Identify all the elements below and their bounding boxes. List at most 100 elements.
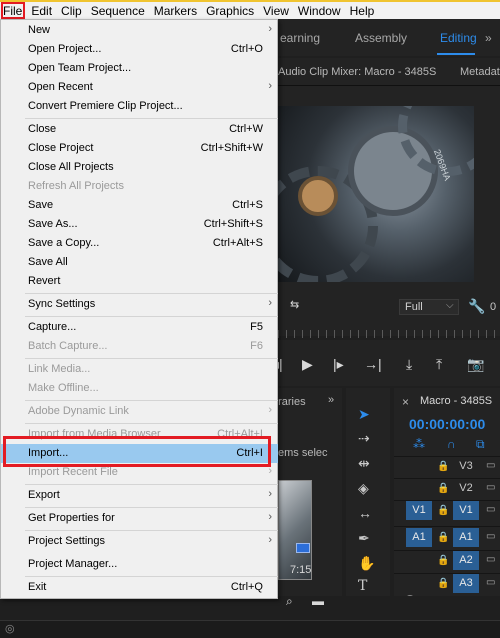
- lock-icon[interactable]: 🔒: [437, 483, 449, 494]
- menu-item-label: Get Properties for: [28, 512, 115, 524]
- menu-edit[interactable]: Edit: [31, 3, 52, 19]
- track-target-a2[interactable]: A2: [453, 551, 479, 570]
- menu-item-close[interactable]: Close Ctrl+W: [1, 120, 278, 139]
- menu-item-exit[interactable]: Exit Ctrl+Q: [1, 578, 278, 597]
- razor-tool-icon[interactable]: ◈: [358, 480, 369, 497]
- lock-icon[interactable]: 🔒: [437, 461, 449, 472]
- metadata-tab[interactable]: Metadat: [460, 66, 500, 78]
- menu-item-close-all-projects[interactable]: Close All Projects: [1, 158, 278, 177]
- menu-item-export[interactable]: Export ›: [1, 486, 278, 505]
- track-target-v1[interactable]: V1: [453, 501, 479, 520]
- type-tool-icon[interactable]: T: [358, 578, 367, 594]
- menu-graphics[interactable]: Graphics: [206, 3, 254, 19]
- film-icon[interactable]: ▭: [486, 482, 495, 493]
- workspace-overflow-icon[interactable]: »: [485, 31, 492, 45]
- menu-item-make-offline: Make Offline...: [1, 379, 278, 398]
- menu-item-open-recent[interactable]: Open Recent ›: [1, 78, 278, 97]
- menu-item-save[interactable]: Save Ctrl+S: [1, 196, 278, 215]
- menu-item-label: Sync Settings: [28, 298, 96, 310]
- workspace-editing-tab[interactable]: Editing: [440, 31, 477, 45]
- menu-sequence[interactable]: Sequence: [91, 3, 145, 19]
- menu-item-label: Open Project...: [28, 43, 102, 55]
- menu-item-label: Link Media...: [28, 363, 91, 375]
- insert-icon[interactable]: ⤓: [406, 356, 412, 373]
- menu-item-open-project[interactable]: Open Project... Ctrl+O: [1, 40, 278, 59]
- program-monitor-video-frame: 2069HA: [278, 106, 474, 282]
- film-icon[interactable]: ▭: [486, 504, 495, 515]
- new-bin-icon[interactable]: ▬: [312, 594, 324, 608]
- menu-item-sync-settings[interactable]: Sync Settings ›: [1, 295, 278, 314]
- source-patch-a1[interactable]: A1: [406, 528, 432, 547]
- import-highlight-box: [3, 436, 271, 467]
- panel-overflow-icon[interactable]: »: [328, 394, 334, 406]
- menu-item-refresh-all-projects: Refresh All Projects: [1, 177, 278, 196]
- track-target-v2[interactable]: V2: [453, 479, 479, 498]
- menu-view[interactable]: View: [263, 3, 289, 19]
- ripple-edit-tool-icon[interactable]: ⇹: [358, 455, 370, 472]
- workspace-assembly-tab[interactable]: Assembly: [355, 31, 407, 45]
- film-icon[interactable]: ▭: [486, 577, 495, 588]
- menu-item-label: Close All Projects: [28, 161, 114, 173]
- play-icon[interactable]: ▶: [302, 356, 313, 373]
- step-forward-icon[interactable]: |▸: [333, 356, 344, 373]
- lock-icon[interactable]: 🔒: [437, 505, 449, 516]
- menu-help[interactable]: Help: [350, 3, 375, 19]
- nest-icon[interactable]: ⁂: [413, 437, 425, 451]
- pen-tool-icon[interactable]: ✒: [358, 530, 370, 547]
- search-icon[interactable]: ⌕: [286, 594, 293, 609]
- linked-selection-icon[interactable]: ⧉: [476, 437, 485, 452]
- menu-markers[interactable]: Markers: [154, 3, 197, 19]
- film-icon[interactable]: ▭: [486, 554, 495, 565]
- timeline-timecode[interactable]: 00:00:00:00: [409, 416, 485, 432]
- track-target-v3[interactable]: V3: [453, 457, 479, 476]
- hand-tool-icon[interactable]: ✋: [358, 555, 375, 572]
- menu-item-shortcut: F5: [250, 321, 263, 333]
- monitor-time-ruler[interactable]: [278, 330, 500, 338]
- wrench-icon[interactable]: 🔧: [468, 298, 485, 315]
- menu-item-revert[interactable]: Revert: [1, 272, 278, 291]
- menu-item-convert-premiere-clip[interactable]: Convert Premiere Clip Project...: [1, 97, 278, 116]
- menu-item-label: New: [28, 24, 51, 36]
- menu-item-label: Adobe Dynamic Link: [28, 405, 129, 417]
- menu-item-link-media: Link Media...: [1, 360, 278, 379]
- menu-item-close-project[interactable]: Close Project Ctrl+Shift+W: [1, 139, 278, 158]
- menu-window[interactable]: Window: [298, 3, 341, 19]
- workspace-active-underline: [437, 53, 475, 55]
- go-to-out-icon[interactable]: →|: [364, 356, 382, 372]
- overwrite-icon[interactable]: ⤒: [436, 356, 442, 373]
- menu-item-project-manager[interactable]: Project Manager...: [1, 555, 278, 574]
- menu-item-project-settings[interactable]: Project Settings ›: [1, 532, 278, 551]
- menu-item-shortcut: Ctrl+Shift+S: [203, 218, 263, 230]
- menu-item-save-a-copy[interactable]: Save a Copy... Ctrl+Alt+S: [1, 234, 278, 253]
- track-target-a3[interactable]: A3: [453, 574, 479, 593]
- menu-item-open-team-project[interactable]: Open Team Project...: [1, 59, 278, 78]
- lock-icon[interactable]: 🔒: [437, 555, 449, 566]
- menu-item-save-all[interactable]: Save All: [1, 253, 278, 272]
- drag-handle-icon[interactable]: ⇆: [290, 298, 299, 311]
- menu-item-label: Close Project: [28, 142, 94, 154]
- track-target-a1[interactable]: A1: [453, 528, 479, 547]
- snap-icon[interactable]: ∩: [447, 437, 456, 451]
- lock-icon[interactable]: 🔒: [437, 578, 449, 589]
- source-patch-v1[interactable]: V1: [406, 501, 432, 520]
- lock-icon[interactable]: 🔒: [437, 532, 449, 543]
- menu-item-save-as[interactable]: Save As... Ctrl+Shift+S: [1, 215, 278, 234]
- workspace-learning-tab[interactable]: earning: [280, 31, 320, 45]
- track-select-tool-icon[interactable]: ⇢: [358, 430, 370, 447]
- camera-icon[interactable]: 📷: [467, 356, 484, 373]
- clip-type-badge-icon: [296, 543, 310, 553]
- menu-separator: [25, 484, 278, 485]
- film-icon[interactable]: ▭: [486, 460, 495, 471]
- film-icon[interactable]: ▭: [486, 531, 495, 542]
- menu-item-new[interactable]: New ›: [1, 21, 278, 40]
- sequence-tab-title[interactable]: Macro - 3485S: [420, 395, 492, 407]
- slip-tool-icon[interactable]: ↔: [358, 505, 372, 521]
- audio-clip-mixer-tab[interactable]: Audio Clip Mixer: Macro - 3485S: [278, 66, 436, 78]
- menu-item-capture[interactable]: Capture... F5: [1, 318, 278, 337]
- selection-tool-icon[interactable]: ➤: [358, 406, 370, 423]
- menu-clip[interactable]: Clip: [61, 3, 82, 19]
- submenu-arrow-icon: ›: [268, 80, 272, 92]
- menu-item-adobe-dynamic-link: Adobe Dynamic Link ›: [1, 402, 278, 421]
- menu-item-get-properties-for[interactable]: Get Properties for ›: [1, 509, 278, 528]
- close-sequence-icon[interactable]: ×: [402, 395, 409, 409]
